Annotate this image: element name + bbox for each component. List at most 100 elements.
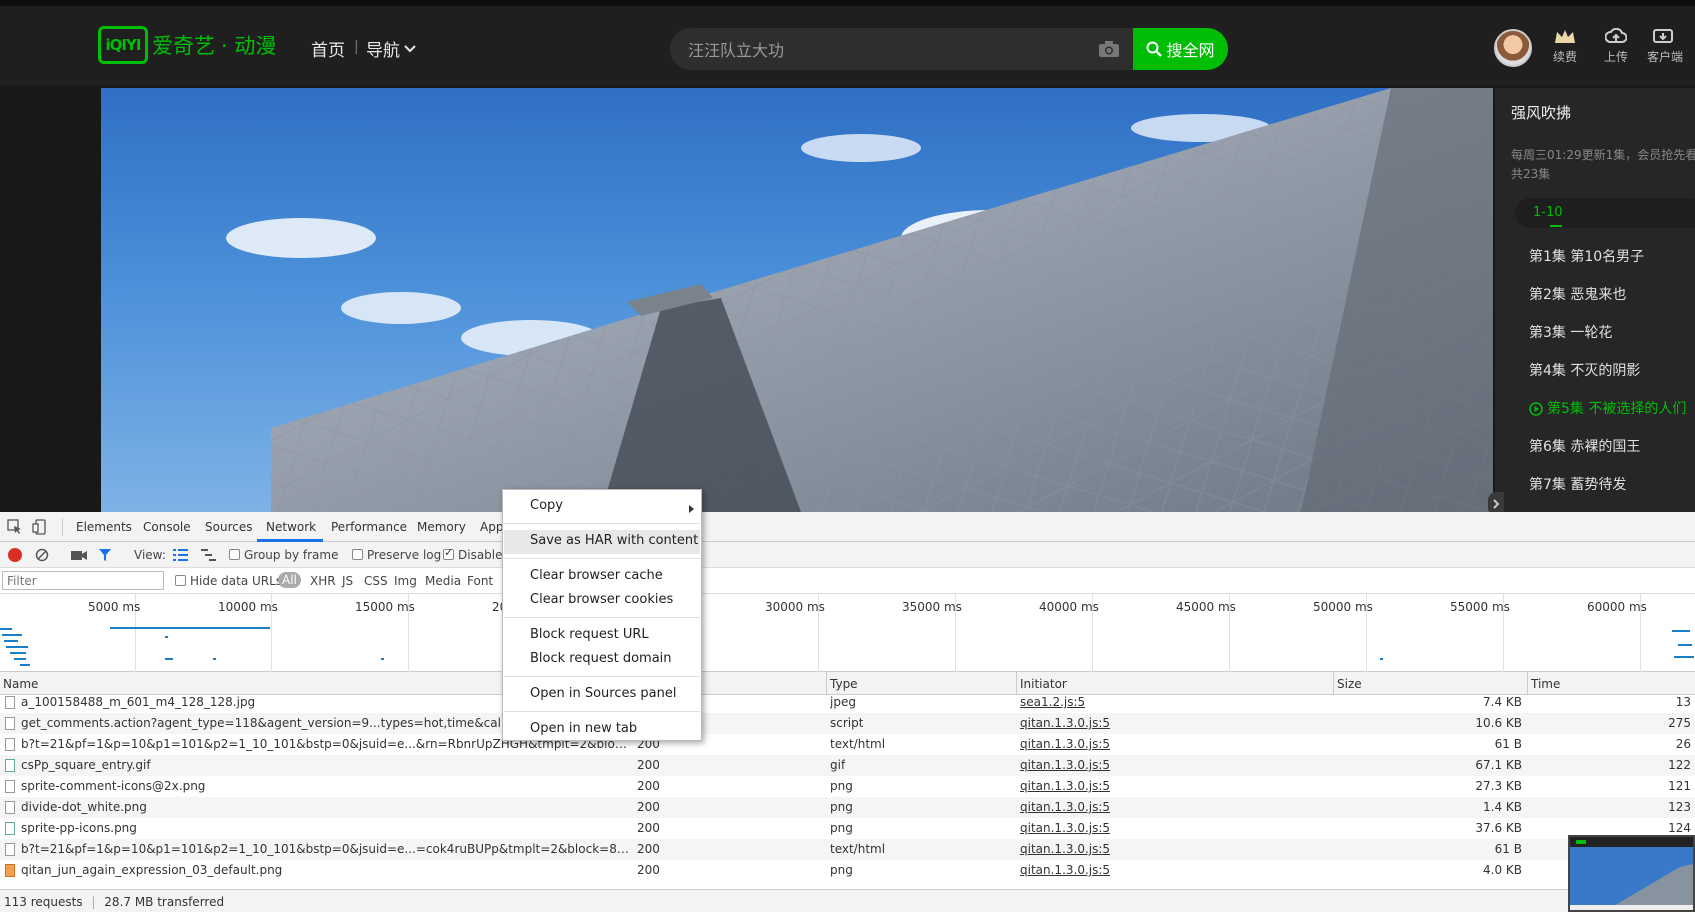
checkbox-checked[interactable] [443,546,454,560]
hide-data-urls-toggle[interactable]: Hide data URLs [175,574,282,588]
video-player[interactable] [101,88,1493,512]
episode-item[interactable]: 第1集 第10名男子 [1495,238,1695,276]
client-download-button[interactable]: 客户端 [1647,28,1695,65]
checkbox[interactable] [229,549,240,560]
image-file-icon [5,801,15,814]
column-type[interactable]: Type [830,677,858,691]
upload-button[interactable]: 上传 [1596,28,1636,65]
request-initiator[interactable]: qitan.1.3.0.js:5 [1020,800,1110,814]
view-label: View: [134,548,166,562]
menu-item-open-sources[interactable]: Open in Sources panel [530,686,676,701]
table-row[interactable]: sprite-pp-icons.png 200 png qitan.1.3.0.… [0,818,1695,839]
table-row[interactable]: b?t=21&pf=1&p=10&p1=101&p2=1_10_101&bstp… [0,839,1695,860]
status-separator: | [91,895,96,909]
camera-icon[interactable] [1098,40,1120,58]
renew-vip-button[interactable]: 续费 [1545,28,1585,65]
tick-label: 10000 ms [218,600,278,614]
menu-item-open-new-tab[interactable]: Open in new tab [530,721,637,736]
network-overview-timeline[interactable]: 5000 ms 10000 ms 15000 ms 20 30000 ms 35… [0,594,1695,672]
request-initiator[interactable]: qitan.1.3.0.js:5 [1020,863,1110,877]
type-filter-media[interactable]: Media [425,574,461,588]
request-initiator[interactable]: qitan.1.3.0.js:5 [1020,821,1110,835]
tab-console[interactable]: Console [143,520,191,534]
menu-item-save-har[interactable]: Save as HAR with content [530,533,698,548]
menu-item-block-url[interactable]: Block request URL [530,627,649,642]
menu-item-clear-cookies[interactable]: Clear browser cookies [530,592,673,607]
preserve-log-toggle[interactable]: Preserve log [352,548,441,562]
episode-item-playing[interactable]: 第5集 不被选择的人们 [1495,390,1695,428]
episode-item[interactable]: 第7集 蓄势待发 [1495,466,1695,504]
table-row[interactable]: a_100158488_m_601_m4_128_128.jpg jpeg se… [0,695,1695,713]
table-row[interactable]: qitan_jun_again_expression_03_default.pn… [0,860,1695,881]
column-initiator[interactable]: Initiator [1020,677,1067,691]
chevron-down-icon [404,44,416,52]
request-initiator[interactable]: qitan.1.3.0.js:5 [1020,716,1110,730]
user-avatar[interactable] [1494,29,1532,67]
request-initiator[interactable]: sea1.2.js:5 [1020,695,1085,709]
download-client-icon [1653,29,1673,43]
tab-sources[interactable]: Sources [205,520,252,534]
episode-range-tab[interactable]: 1-10 [1515,198,1695,228]
type-filter-font[interactable]: Font [467,574,493,588]
devtools-tabbar: Elements Console Sources Network Perform… [0,512,1695,542]
menu-item-block-domain[interactable]: Block request domain [530,651,672,666]
tab-application[interactable]: App [480,520,503,534]
request-bar [110,627,270,629]
table-row[interactable]: divide-dot_white.png 200 png qitan.1.3.0… [0,797,1695,818]
episode-item[interactable]: 第6集 赤裸的国王 [1495,428,1695,466]
search-input[interactable] [688,28,1088,70]
table-row[interactable]: get_comments.action?agent_type=118&agent… [0,713,1695,734]
column-name[interactable]: Name [3,677,38,691]
toolbar-divider [62,518,63,536]
request-initiator[interactable]: qitan.1.3.0.js:5 [1020,842,1110,856]
column-size[interactable]: Size [1337,677,1362,691]
episode-item[interactable]: 第3集 一轮花 [1495,314,1695,352]
table-row[interactable]: b?t=21&pf=1&p=10&p1=101&p2=1_10_101&bstp… [0,734,1695,755]
screenshot-camera-icon[interactable] [71,549,87,561]
episode-item[interactable]: 第4集 不灭的阴影 [1495,352,1695,390]
disable-cache-toggle[interactable]: Disable [443,546,503,562]
column-time[interactable]: Time [1531,677,1560,691]
record-button[interactable] [8,548,22,562]
request-time: 124 [1668,821,1691,835]
window-thumbnail-preview[interactable] [1568,835,1695,912]
network-status-bar: 113 requests | 28.7 MB transferred [0,889,1695,912]
nav-menu[interactable]: 导航 [366,36,416,61]
request-initiator[interactable]: qitan.1.3.0.js:5 [1020,737,1110,751]
tab-performance[interactable]: Performance [331,520,407,534]
type-filter-css[interactable]: CSS [364,574,388,588]
menu-item-copy[interactable]: Copy [530,498,563,513]
type-filter-all[interactable]: All [278,572,301,588]
list-view-icon[interactable] [173,549,188,561]
logo-mark: iQIYI [98,26,148,64]
type-filter-js[interactable]: JS [342,574,353,588]
table-row[interactable]: sprite-comment-icons@2x.png 200 png qita… [0,776,1695,797]
type-filter-xhr[interactable]: XHR [310,574,336,588]
tab-elements[interactable]: Elements [76,520,132,534]
device-toolbar-icon[interactable] [32,519,48,535]
episode-item[interactable]: 第2集 恶鬼来也 [1495,276,1695,314]
clear-icon[interactable] [35,548,49,562]
waterfall-view-icon[interactable] [201,549,216,561]
request-initiator[interactable]: qitan.1.3.0.js:5 [1020,758,1110,772]
request-time: 275 [1668,716,1691,730]
checkbox[interactable] [352,549,363,560]
thumbnail-image [1570,837,1693,910]
filter-icon[interactable] [98,548,112,562]
tab-memory[interactable]: Memory [417,520,466,534]
search-button[interactable]: 搜全网 [1133,28,1228,70]
type-filter-img[interactable]: Img [394,574,417,588]
menu-item-clear-cache[interactable]: Clear browser cache [530,568,663,583]
episode-label: 第5集 不被选择的人们 [1547,401,1687,417]
table-row[interactable]: csPp_square_entry.gif 200 gif qitan.1.3.… [0,755,1695,776]
nav-home-link[interactable]: 首页 [311,36,345,61]
group-by-frame-toggle[interactable]: Group by frame [229,548,338,562]
request-initiator[interactable]: qitan.1.3.0.js:5 [1020,779,1110,793]
request-bar [381,658,384,660]
tab-network[interactable]: Network [266,520,316,534]
filter-input[interactable] [2,571,164,590]
request-bar [0,628,12,630]
inspect-element-icon[interactable] [7,519,23,535]
iqiyi-logo[interactable]: iQIYI 爱奇艺 · 动漫 [98,26,276,64]
checkbox[interactable] [175,575,186,586]
